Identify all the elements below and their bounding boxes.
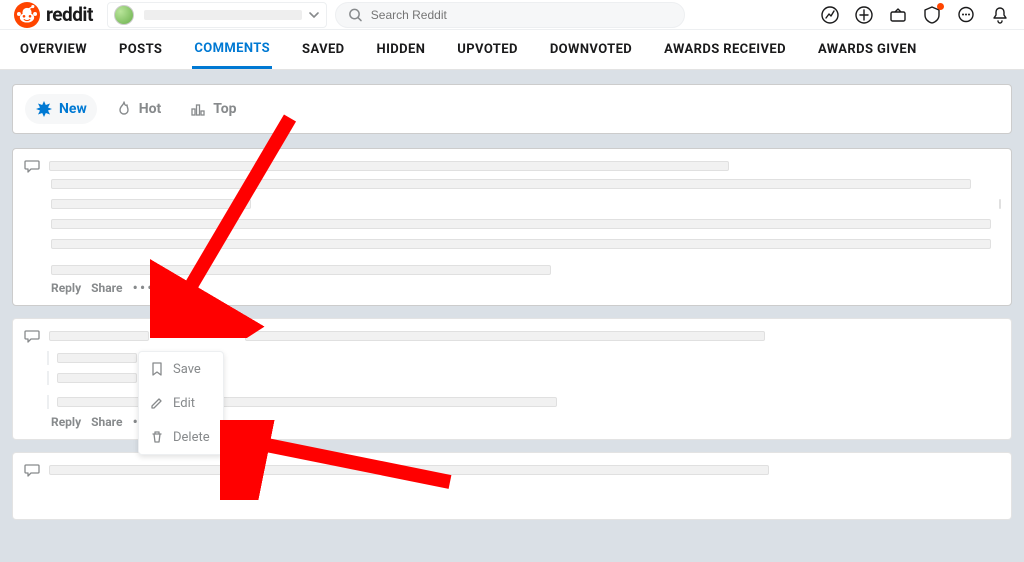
moderation-icon[interactable] (888, 5, 908, 25)
menu-label: Edit (173, 396, 195, 411)
sort-hot[interactable]: Hot (105, 94, 172, 124)
sort-label: Hot (139, 101, 162, 117)
tab-awards-received[interactable]: AWARDS RECEIVED (662, 32, 788, 67)
pencil-icon (149, 395, 165, 411)
hot-icon (115, 100, 133, 118)
reddit-logo-icon (14, 2, 40, 28)
comment-card: Reply Share ••• (12, 148, 1012, 306)
user-dropdown[interactable] (107, 2, 327, 28)
comment-header (23, 157, 1001, 175)
text-line (999, 199, 1001, 209)
menu-delete[interactable]: Delete (139, 420, 223, 454)
text-line (57, 373, 137, 383)
post-title-placeholder (49, 161, 729, 171)
reply-button[interactable]: Reply (51, 281, 81, 295)
more-button[interactable]: ••• (132, 284, 154, 292)
sort-label: New (59, 101, 87, 117)
text-line (57, 397, 557, 407)
thread-rail (47, 371, 49, 385)
text-line (57, 353, 137, 363)
search-input[interactable] (371, 8, 672, 22)
tab-saved[interactable]: SAVED (300, 32, 346, 67)
trash-icon (149, 429, 165, 445)
tab-posts[interactable]: POSTS (117, 32, 164, 67)
reply-button[interactable]: Reply (51, 415, 81, 429)
tab-downvoted[interactable]: DOWNVOTED (548, 32, 634, 67)
sort-bar: New Hot Top (12, 84, 1012, 134)
menu-label: Save (173, 362, 201, 377)
username-placeholder (144, 10, 302, 20)
popular-icon[interactable] (820, 5, 840, 25)
bell-icon[interactable] (990, 5, 1010, 25)
tab-comments[interactable]: COMMENTS (192, 31, 272, 69)
text-line (51, 199, 251, 209)
avatar-icon (114, 5, 134, 25)
sort-label: Top (213, 101, 236, 117)
comment-header (23, 461, 1001, 479)
menu-edit[interactable]: Edit (139, 386, 223, 420)
chevron-down-icon (308, 9, 320, 21)
new-icon (35, 100, 53, 118)
comment-actions: Reply Share ••• (23, 275, 1001, 295)
shield-icon[interactable] (922, 5, 942, 25)
top-icon (189, 100, 207, 118)
comment-header (23, 327, 1001, 345)
search-icon (348, 7, 363, 23)
text-line (49, 331, 149, 341)
brand-logo[interactable]: reddit (14, 2, 93, 28)
context-menu: Save Edit Delete (138, 351, 224, 455)
tab-awards-given[interactable]: AWARDS GIVEN (816, 32, 919, 67)
text-line (51, 219, 991, 229)
bookmark-icon (149, 361, 165, 377)
comment-body (23, 175, 1001, 275)
menu-save[interactable]: Save (139, 352, 223, 386)
search-box[interactable] (335, 2, 685, 28)
chat-icon[interactable] (956, 5, 976, 25)
share-button[interactable]: Share (91, 415, 122, 429)
brand-text: reddit (46, 3, 93, 26)
sort-top[interactable]: Top (179, 94, 246, 124)
post-title-placeholder (245, 331, 765, 341)
share-button[interactable]: Share (91, 281, 122, 295)
notification-dot (937, 3, 944, 10)
profile-nav-tabs: OVERVIEW POSTS COMMENTS SAVED HIDDEN UPV… (0, 30, 1024, 70)
menu-label: Delete (173, 430, 210, 445)
top-icon-bar (820, 5, 1010, 25)
text-line (51, 239, 991, 249)
thread-rail (47, 351, 49, 365)
post-title-placeholder (49, 465, 769, 475)
text-line (51, 179, 971, 189)
sort-new[interactable]: New (25, 94, 97, 124)
comment-card (12, 452, 1012, 520)
text-line (51, 265, 551, 275)
comment-icon (23, 327, 41, 345)
comment-icon (23, 461, 41, 479)
tab-upvoted[interactable]: UPVOTED (455, 32, 520, 67)
coin-icon[interactable] (854, 5, 874, 25)
top-bar: reddit (0, 0, 1024, 30)
comment-icon (23, 157, 41, 175)
thread-rail (47, 395, 49, 409)
tab-hidden[interactable]: HIDDEN (375, 32, 428, 67)
tab-overview[interactable]: OVERVIEW (18, 32, 89, 67)
